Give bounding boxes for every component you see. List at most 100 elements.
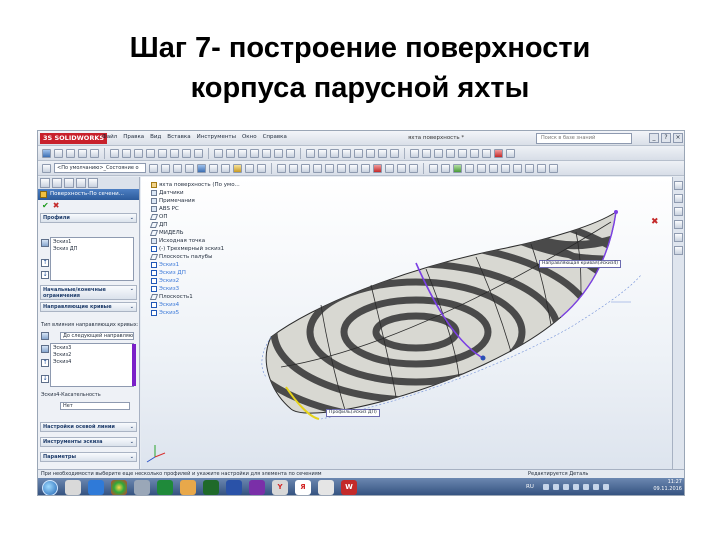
profiles-list[interactable]: Эскиз1 Эскиз ДП [50,237,134,281]
move-up-button[interactable]: ↑ [41,259,49,267]
menu-edit[interactable]: Правка [123,134,144,140]
section-view-icon[interactable] [185,163,194,173]
app-logo[interactable]: 3S SOLIDWORKS [40,133,108,144]
zoom-area-icon[interactable] [161,163,170,173]
chevron-down-icon[interactable]: ⌄ [130,286,134,292]
resources-icon[interactable] [674,181,683,190]
previous-view-icon[interactable] [173,163,182,173]
repair-sketch-icon[interactable] [441,163,450,173]
rectangle-icon[interactable] [325,163,334,173]
folder-icon[interactable] [180,480,196,495]
property-manager-tab-icon[interactable] [52,178,62,188]
tree-item-plane-op[interactable]: ОП [149,213,240,221]
display-style-icon[interactable] [209,163,218,173]
configuration-select[interactable]: <По умолчанию>_Состояние о [54,163,146,173]
rapid-sketch-icon[interactable] [465,163,474,173]
mass-icon[interactable] [422,148,431,158]
instant-2d-icon[interactable] [513,163,522,173]
move-entities-icon[interactable] [501,163,510,173]
shell-icon[interactable] [158,148,167,158]
constraints-group-header[interactable]: Начальные/конечные ограничения ⌄ [40,285,137,300]
menu-view[interactable]: Вид [150,134,161,140]
rib-icon[interactable] [146,148,155,158]
tree-item-deck-plane[interactable]: Плоскость палубы [149,253,240,261]
chevron-down-icon[interactable]: ⌄ [130,423,134,431]
tree-item-part[interactable]: яхта поверхность (По умо... [151,181,240,189]
options-group-header[interactable]: Параметры ⌄ [40,452,137,462]
chrome-icon[interactable] [111,480,127,495]
3d-sketch-icon[interactable] [289,163,298,173]
menu-tools[interactable]: Инструменты [197,134,236,140]
surface-sweep-icon[interactable] [342,148,351,158]
menu-file[interactable]: Файл [102,134,117,140]
search-input[interactable]: Поиск в базе знаний [536,133,632,144]
list-item[interactable]: Эскиз3 [53,345,131,352]
projected-curve-icon[interactable] [274,148,283,158]
display-relations-icon[interactable] [429,163,438,173]
list-item[interactable]: Эскиз ДП [53,246,131,253]
volume-icon[interactable] [593,484,599,490]
media-player-icon[interactable] [134,480,150,495]
menu-help[interactable]: Справка [263,134,287,140]
sweep-icon[interactable] [66,148,75,158]
custom-properties-icon[interactable] [674,246,683,255]
guides-list[interactable]: Эскиз3 Эскиз2 Эскиз4 [50,343,134,387]
tree-item-3d-sketch[interactable]: (-) Трехмерный эскиз1 [151,245,240,253]
move-down-button[interactable]: ↓ [41,271,49,279]
tree-item-sketch-dp[interactable]: Эскиз ДП [151,269,240,277]
close-sketch-icon[interactable] [494,148,503,158]
chevron-down-icon[interactable]: ⌄ [130,438,134,446]
tray-icon[interactable] [573,484,579,490]
tree-item-plane1[interactable]: Плоскость1 [149,293,240,301]
cut-icon[interactable] [110,148,119,158]
cancel-button[interactable]: ✖ [53,201,60,210]
mirror-icon[interactable] [194,148,203,158]
view-orientation-icon[interactable] [197,163,206,173]
section-icon[interactable] [434,148,443,158]
zebra-icon[interactable] [446,148,455,158]
offset-entities-icon[interactable] [385,163,394,173]
move-up-button[interactable]: ↑ [41,359,49,367]
realview-icon[interactable] [257,163,266,173]
list-item[interactable]: Эскиз4 [53,359,131,366]
guides-group-header[interactable]: Направляющие кривые ⌄ [40,302,137,312]
curvature-icon[interactable] [458,148,467,158]
offset-surface-icon[interactable] [354,148,363,158]
extend-icon[interactable] [390,148,399,158]
tray-icon[interactable] [553,484,559,490]
dimxpert-tab-icon[interactable] [76,178,86,188]
guide-influence-select[interactable]: До следующей направляю [60,332,134,340]
excel-icon[interactable] [157,480,173,495]
axis-icon[interactable] [226,148,235,158]
minimize-button[interactable]: _ [649,133,659,143]
scene-icon[interactable] [245,163,254,173]
move-down-button[interactable]: ↓ [41,375,49,383]
yandex-browser-icon[interactable]: Я [295,480,311,495]
sketch-fillet-icon[interactable] [373,163,382,173]
convert-entities-icon[interactable] [397,163,406,173]
line-icon[interactable] [313,163,322,173]
arc-icon[interactable] [349,163,358,173]
tree-item-plane-dp[interactable]: ДП [149,221,240,229]
tree-item-plane-midel[interactable]: МИДЕЛЬ [149,229,240,237]
shaded-contours-icon[interactable] [525,163,534,173]
design-library-icon[interactable] [674,194,683,203]
pencil-icon[interactable] [482,148,491,158]
onenote-icon[interactable] [249,480,265,495]
tray-icon[interactable] [563,484,569,490]
tree-item-sketch5[interactable]: Эскиз5 [151,309,240,317]
centerline-group-header[interactable]: Настройки осевой линии ⌄ [40,422,137,432]
view-palette-icon[interactable] [674,220,683,229]
draft-icon[interactable] [170,148,179,158]
measure-icon[interactable] [410,148,419,158]
help-button[interactable]: ? [661,133,671,143]
confirmation-cancel-icon[interactable]: ✖ [651,217,659,227]
chevron-down-icon[interactable]: ⌄ [130,303,134,311]
list-item[interactable]: Эскиз2 [53,352,131,359]
circle-icon[interactable] [337,163,346,173]
menu-insert[interactable]: Вставка [167,134,190,140]
list-item[interactable]: Эскиз1 [53,239,131,246]
yandex-icon[interactable]: Y [272,480,288,495]
language-indicator[interactable]: RU [526,484,534,490]
surface-revolve-icon[interactable] [318,148,327,158]
